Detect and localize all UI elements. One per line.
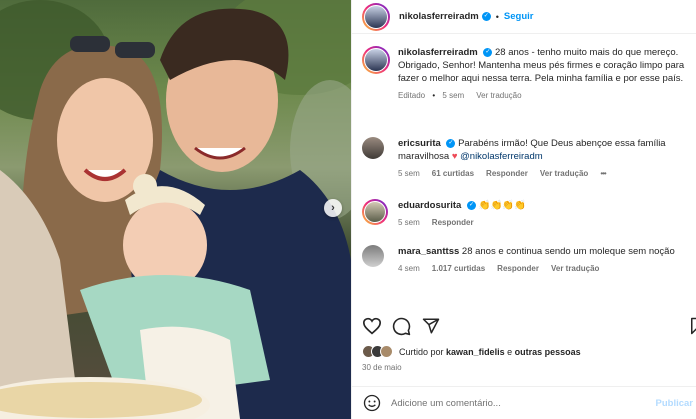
follow-button[interactable]: Seguir (504, 11, 534, 22)
comment-input[interactable]: Adicione um comentário... (391, 398, 501, 409)
verified-badge-icon: ✓ (483, 47, 493, 57)
liker-username[interactable]: kawan_fidelis (446, 347, 505, 357)
comment-likes[interactable]: 1.017 curtidas (432, 264, 485, 273)
commenter-avatar[interactable] (362, 199, 388, 225)
comment-time[interactable]: 5 sem (398, 169, 420, 178)
bookmark-icon[interactable] (690, 317, 696, 335)
comment-item: ericsurita ✓ Parabéns irmão! Que Deus ab… (362, 137, 692, 178)
commenter-username[interactable]: eduardosurita (398, 200, 461, 211)
translation-link[interactable]: Ver tradução (551, 264, 599, 273)
chevron-right-icon: › (331, 201, 335, 214)
separator-dot: • (432, 91, 436, 100)
commenter-avatar[interactable] (362, 137, 384, 159)
heart-icon[interactable] (362, 317, 382, 335)
comment-likes[interactable]: 61 curtidas (432, 169, 474, 178)
comment-mention[interactable]: @nikolasferreiradm (460, 151, 543, 162)
caption-time[interactable]: 5 sem (442, 91, 464, 100)
comment-item: mara_santtss 28 anos e continua sendo um… (362, 245, 692, 273)
verified-badge-icon: ✓ (446, 138, 456, 148)
commenter-username[interactable]: mara_santtss (398, 246, 459, 257)
likes-others-link[interactable]: outras pessoas (515, 347, 581, 357)
commenter-avatar[interactable] (362, 245, 384, 267)
share-icon[interactable] (422, 317, 440, 335)
caption-translation-link[interactable]: Ver tradução (476, 91, 521, 100)
comment-time[interactable]: 5 sem (398, 218, 420, 227)
likes-prefix: Curtido por (399, 346, 444, 357)
family-photo-illustration (0, 0, 351, 419)
caption-avatar[interactable] (362, 46, 390, 74)
caption-edited: Editado (398, 91, 426, 100)
author-username[interactable]: nikolasferreiradm (399, 11, 479, 22)
comment-item: eduardosurita ✓ 👏👏👏👏 5 sem Responder (362, 199, 692, 227)
comment-text: 👏👏👏👏 (478, 200, 526, 211)
more-options-icon[interactable]: ••• (600, 169, 606, 178)
likes-conj: e (507, 346, 513, 357)
reply-button[interactable]: Responder (432, 218, 474, 227)
translation-link[interactable]: Ver tradução (540, 169, 588, 178)
post-header: nikolasferreiradm ✓ • Seguir (352, 0, 696, 34)
caption-username[interactable]: nikolasferreiradm (398, 47, 478, 58)
emoji-icon[interactable] (363, 394, 381, 412)
post-photo[interactable]: › (0, 0, 351, 419)
likes-summary: Curtido por kawan_fidelis e outras pesso… (362, 345, 581, 358)
next-photo-button[interactable]: › (324, 199, 342, 217)
comment-text: 28 anos e continua sendo um moleque sem … (461, 246, 675, 257)
verified-badge-icon: ✓ (467, 200, 476, 210)
post-date[interactable]: 30 de maio (362, 363, 402, 372)
reply-button[interactable]: Responder (486, 169, 528, 178)
caption: nikolasferreiradm ✓ 28 anos - tenho muit… (362, 46, 692, 100)
action-bar (362, 315, 696, 337)
verified-badge-icon: ✓ (481, 12, 491, 21)
comment-icon[interactable] (392, 317, 411, 336)
author-avatar[interactable] (362, 2, 390, 31)
comments-panel: nikolasferreiradm ✓ • Seguir nikolasferr… (351, 0, 696, 419)
separator-dot: • (495, 11, 499, 22)
add-comment-bar: Adicione um comentário... Publicar (352, 386, 696, 419)
liker-avatars[interactable] (362, 345, 393, 358)
publish-button[interactable]: Publicar (656, 398, 694, 409)
commenter-username[interactable]: ericsurita (398, 138, 441, 149)
comment-time[interactable]: 4 sem (398, 264, 420, 273)
reply-button[interactable]: Responder (497, 264, 539, 273)
red-heart-emoji: ♥ (451, 151, 458, 162)
